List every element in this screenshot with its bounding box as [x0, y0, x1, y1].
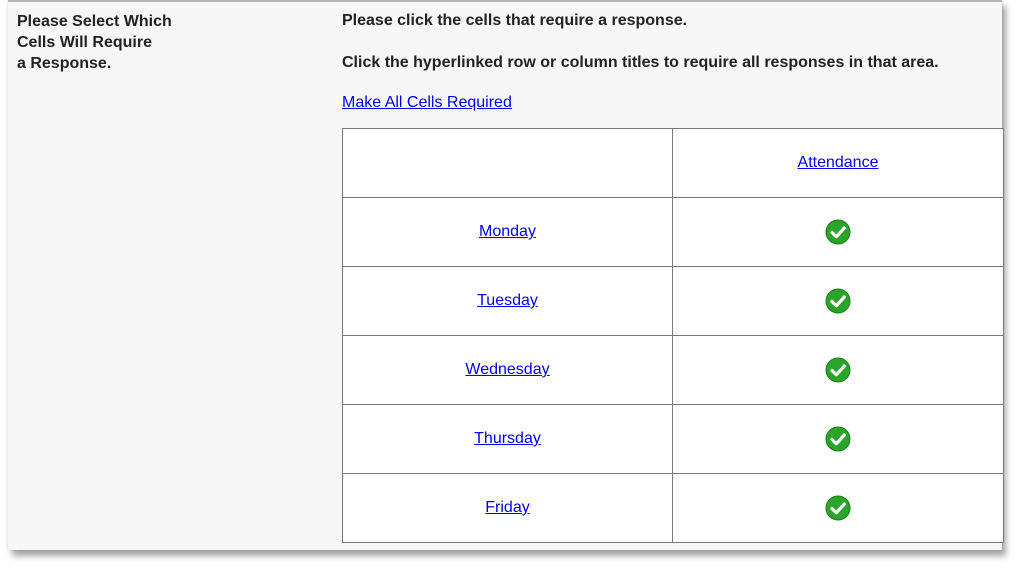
column-header-cell: Attendance: [672, 128, 1004, 198]
row-title-monday-link[interactable]: Monday: [479, 223, 536, 240]
grid-header-row: Attendance: [342, 128, 1004, 198]
response-cell[interactable]: [672, 473, 1004, 543]
instruction-text-2: Click the hyperlinked row or column titl…: [342, 54, 939, 71]
response-cell[interactable]: [672, 197, 1004, 267]
response-grid: Attendance Monday Tuesday Wednesday Thur…: [342, 128, 1004, 543]
section-label: Please Select Which Cells Will Require a…: [17, 13, 172, 72]
response-cell[interactable]: [672, 404, 1004, 474]
column-title-attendance-link[interactable]: Attendance: [798, 154, 879, 171]
make-all-required-link[interactable]: Make All Cells Required: [342, 94, 512, 112]
green-checkmark-icon: [825, 495, 851, 521]
grid-row: Tuesday: [342, 266, 1004, 336]
green-checkmark-icon: [825, 357, 851, 383]
row-title-cell: Tuesday: [342, 266, 673, 336]
response-cell[interactable]: [672, 335, 1004, 405]
settings-panel: Please Select Which Cells Will Require a…: [8, 0, 1004, 550]
row-title-tuesday-link[interactable]: Tuesday: [477, 292, 538, 309]
green-checkmark-icon: [825, 219, 851, 245]
grid-row: Monday: [342, 197, 1004, 267]
response-cell[interactable]: [672, 266, 1004, 336]
row-title-cell: Wednesday: [342, 335, 673, 405]
instruction-text-1: Please click the cells that require a re…: [342, 12, 688, 29]
row-title-thursday-link[interactable]: Thursday: [474, 430, 541, 447]
row-title-friday-link[interactable]: Friday: [485, 499, 529, 516]
row-title-cell: Monday: [342, 197, 673, 267]
grid-row: Wednesday: [342, 335, 1004, 405]
grid-row: Friday: [342, 473, 1004, 543]
row-title-wednesday-link[interactable]: Wednesday: [465, 361, 549, 378]
grid-row: Thursday: [342, 404, 1004, 474]
green-checkmark-icon: [825, 426, 851, 452]
corner-cell: [342, 128, 673, 198]
green-checkmark-icon: [825, 288, 851, 314]
row-title-cell: Friday: [342, 473, 673, 543]
row-title-cell: Thursday: [342, 404, 673, 474]
